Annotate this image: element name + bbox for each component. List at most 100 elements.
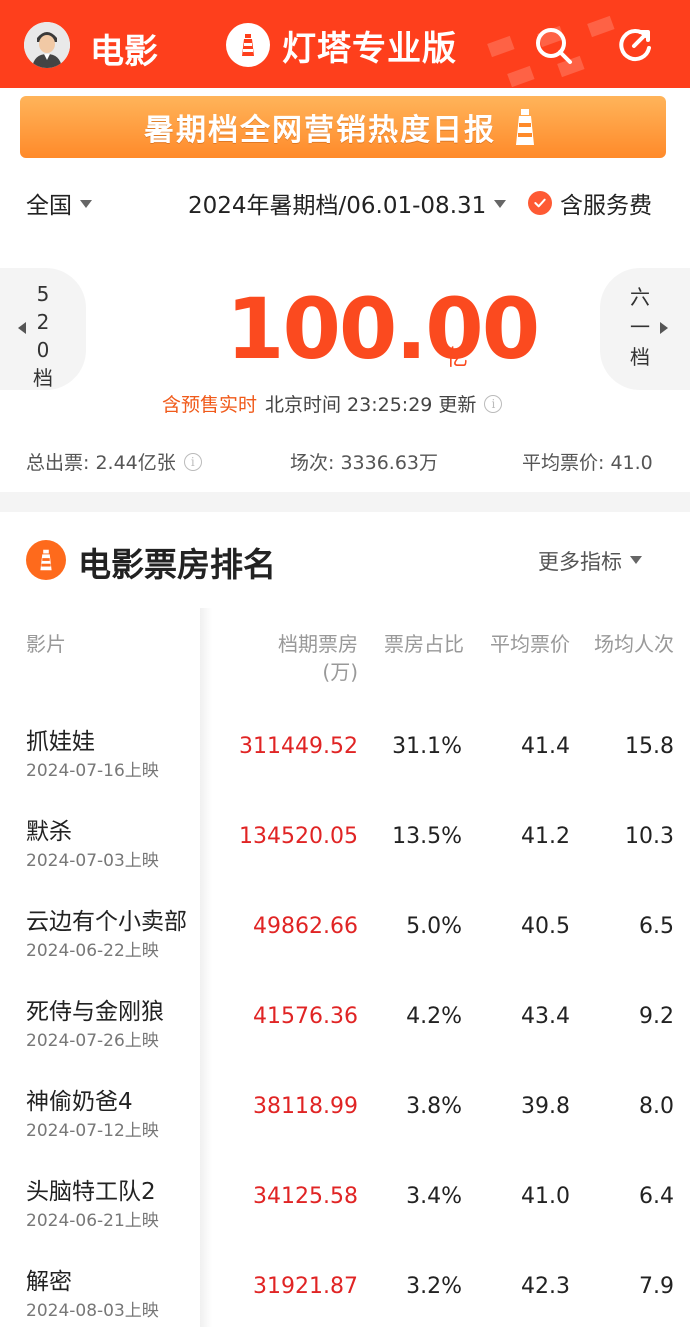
summary-stats: 总出票: 2.44亿张 i 场次: 3336.63万 平均票价: 41.0 — [0, 446, 690, 476]
avg-price-value: 41.2 — [521, 824, 570, 849]
movie-name: 神偷奶爸4 — [26, 1089, 133, 1115]
release-date: 2024-07-26上映 — [26, 1031, 159, 1051]
table-row[interactable]: 抓娃娃 2024-07-16上映 311449.52 31.1% 41.4 15.8 — [0, 722, 690, 812]
movie-name: 死侍与金刚狼 — [26, 999, 164, 1025]
update-info: 含预售实时 北京时间 23:25:29 更新 i — [162, 390, 503, 417]
share-value: 4.2% — [406, 1004, 462, 1029]
total-box-office: 100.00 — [226, 280, 540, 378]
avg-attendance-value: 9.2 — [639, 1004, 674, 1029]
service-fee-label: 含服务费 — [560, 193, 652, 219]
table-row[interactable]: 神偷奶爸4 2024-07-12上映 38118.99 3.8% 39.8 8.0 — [0, 1082, 690, 1172]
more-metrics-button[interactable]: 更多指标 — [538, 546, 642, 576]
avg-attendance-value: 8.0 — [639, 1094, 674, 1119]
share-value: 3.4% — [406, 1184, 462, 1209]
period-select[interactable]: 2024年暑期档/06.01-08.31 — [188, 186, 507, 220]
avatar[interactable] — [24, 22, 70, 68]
section-title: 电影票房排名 — [78, 545, 276, 584]
brand-name: 灯塔专业版 — [282, 28, 457, 69]
filter-bar: 全国 2024年暑期档/06.01-08.31 含服务费 — [0, 180, 690, 224]
table-row[interactable]: 死侍与金刚狼 2024-07-26上映 41576.36 4.2% 43.4 9.2 — [0, 992, 690, 1082]
arrow-left-icon — [18, 322, 26, 334]
avg-attendance-value: 6.5 — [639, 914, 674, 939]
release-date: 2024-06-22上映 — [26, 941, 159, 961]
lighthouse-logo-icon — [226, 23, 270, 67]
brand: 灯塔专业版 — [226, 22, 457, 69]
header-box-office-label: 档期票房 — [278, 632, 358, 656]
chevron-down-icon — [80, 199, 92, 208]
lighthouse-icon — [516, 109, 534, 145]
ranking-section-header: 电影票房排名 更多指标 — [0, 532, 690, 592]
header-box-office-unit: (万) — [322, 660, 358, 684]
total-shows: 场次: 3336.63万 — [290, 452, 439, 474]
table-row[interactable]: 解密 2024-08-03上映 31921.87 3.2% 42.3 7.9 — [0, 1262, 690, 1327]
share-value: 13.5% — [392, 824, 462, 849]
movie-name: 头脑特工队2 — [26, 1179, 156, 1205]
share-value: 3.2% — [406, 1274, 462, 1299]
checkmark-icon — [528, 191, 552, 215]
share-value: 5.0% — [406, 914, 462, 939]
release-date: 2024-07-03上映 — [26, 851, 159, 871]
avg-ticket-price: 平均票价: 41.0 — [522, 452, 653, 474]
region-select[interactable]: 全国 — [26, 186, 92, 220]
user-avatar-icon — [24, 22, 70, 68]
update-time: 北京时间 23:25:29 更新 — [265, 394, 477, 416]
avg-price-value: 41.0 — [521, 1184, 570, 1209]
total-tickets-text: 总出票: 2.44亿张 — [26, 452, 176, 474]
region-label: 全国 — [26, 193, 72, 219]
header-avg-attendance[interactable]: 场均人次 — [574, 630, 674, 658]
table-row[interactable]: 云边有个小卖部 2024-06-22上映 49862.66 5.0% 40.5 6.5 — [0, 902, 690, 992]
table-row[interactable]: 头脑特工队2 2024-06-21上映 34125.58 3.4% 41.0 6.4 — [0, 1172, 690, 1262]
avg-attendance-value: 10.3 — [625, 824, 674, 849]
box-office-value: 49862.66 — [253, 914, 358, 939]
app-header: 电影 灯塔专业版 — [0, 0, 690, 88]
total-tickets: 总出票: 2.44亿张 i — [26, 448, 202, 475]
page-title: 电影 — [90, 32, 158, 72]
box-office-value: 31921.87 — [253, 1274, 358, 1299]
avg-price-value: 39.8 — [521, 1094, 570, 1119]
search-icon[interactable] — [532, 24, 574, 66]
header-box-office[interactable]: 档期票房 (万) — [250, 630, 358, 686]
avg-price-value: 43.4 — [521, 1004, 570, 1029]
box-office-value: 41576.36 — [253, 1004, 358, 1029]
header-share[interactable]: 票房占比 — [364, 630, 464, 658]
chevron-down-icon — [630, 556, 642, 564]
movie-name: 云边有个小卖部 — [26, 909, 187, 935]
box-office-unit: 亿 — [446, 346, 469, 371]
avg-attendance-value: 7.9 — [639, 1274, 674, 1299]
realtime-label: 含预售实时 — [162, 394, 258, 416]
section-divider — [0, 492, 690, 512]
avg-attendance-value: 15.8 — [625, 734, 674, 759]
header-avg-price[interactable]: 平均票价 — [470, 630, 570, 658]
header-movie: 影片 — [26, 632, 66, 656]
avg-price-value: 41.4 — [521, 734, 570, 759]
release-date: 2024-07-16上映 — [26, 761, 159, 781]
banner-text: 暑期档全网营销热度日报 — [144, 113, 496, 148]
movie-name: 抓娃娃 — [26, 729, 95, 755]
next-period-button[interactable]: 六一档 — [600, 268, 690, 390]
chevron-down-icon — [494, 199, 507, 208]
share-value: 31.1% — [392, 734, 462, 759]
ranking-table: 影片 档期票房 (万) 票房占比 平均票价 场均人次 抓娃娃 2024-07-16… — [0, 608, 690, 1327]
prev-period-button[interactable]: 520档 — [0, 268, 86, 390]
arrow-right-icon — [660, 322, 668, 334]
release-date: 2024-08-03上映 — [26, 1301, 159, 1321]
release-date: 2024-06-21上映 — [26, 1211, 159, 1231]
info-icon[interactable]: i — [484, 394, 503, 413]
period-label: 2024年暑期档/06.01-08.31 — [188, 193, 487, 219]
next-period-label: 六一档 — [630, 285, 650, 369]
prev-period-label: 520档 — [33, 282, 53, 390]
avg-price-value: 40.5 — [521, 914, 570, 939]
share-value: 3.8% — [406, 1094, 462, 1119]
box-office-value: 311449.52 — [239, 734, 358, 759]
info-icon[interactable]: i — [183, 452, 202, 471]
movie-name: 默杀 — [26, 819, 72, 845]
avg-attendance-value: 6.4 — [639, 1184, 674, 1209]
box-office-value: 38118.99 — [253, 1094, 358, 1119]
box-office-value: 134520.05 — [239, 824, 358, 849]
box-office-value: 34125.58 — [253, 1184, 358, 1209]
service-fee-toggle[interactable]: 含服务费 — [528, 186, 652, 220]
refresh-icon[interactable] — [614, 24, 656, 66]
promo-banner[interactable]: 暑期档全网营销热度日报 — [20, 96, 666, 158]
table-row[interactable]: 默杀 2024-07-03上映 134520.05 13.5% 41.2 10.3 — [0, 812, 690, 902]
more-metrics-label: 更多指标 — [538, 550, 622, 574]
